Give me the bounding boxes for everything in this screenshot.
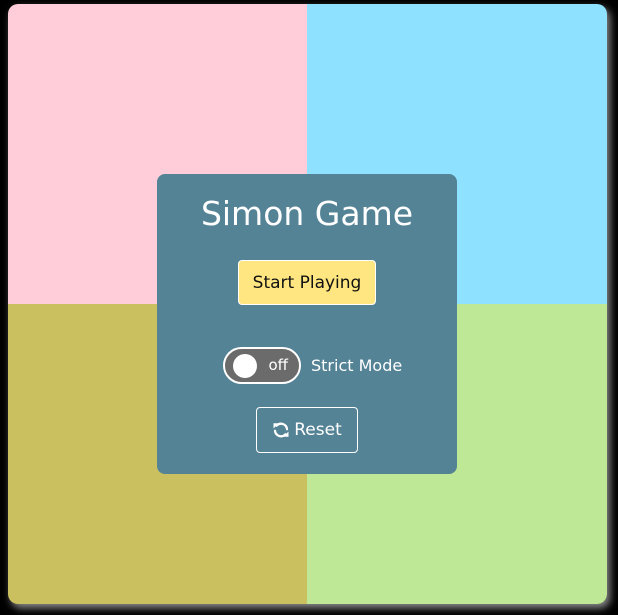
control-panel: Simon Game Start Playing off Strict Mode… (157, 174, 457, 474)
refresh-icon (273, 422, 289, 438)
strict-mode-toggle[interactable]: off (223, 346, 301, 384)
toggle-knob (233, 353, 257, 378)
reset-label: Reset (294, 420, 342, 440)
strict-mode-row: off Strict Mode (223, 345, 402, 385)
start-playing-button[interactable]: Start Playing (238, 260, 376, 305)
game-title: Simon Game (200, 194, 414, 233)
strict-mode-label: Strict Mode (311, 355, 403, 375)
toggle-state-text: off (268, 355, 288, 374)
reset-button[interactable]: Reset (256, 407, 358, 453)
